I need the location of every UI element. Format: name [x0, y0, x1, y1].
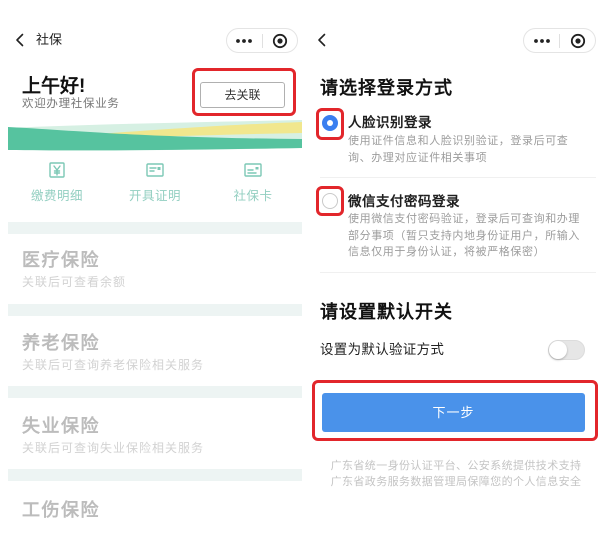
insurance-section-medical[interactable]: 医疗保险 关联后可查看余额 [8, 250, 302, 302]
more-button[interactable] [524, 29, 559, 52]
footer-line: 广东省统一身份认证平台、公安系统提供技术支持 [330, 460, 582, 472]
mini-program-capsule [226, 28, 298, 53]
section-title: 养老保险 [22, 333, 100, 353]
section-divider [8, 304, 302, 316]
quick-action-social-card[interactable]: 社保卡 [208, 162, 298, 206]
greeting-title: 上午好! [22, 76, 86, 97]
target-circle-icon [272, 33, 287, 48]
login-option-face-recognition[interactable]: 人脸识别登录 使用证件信息和人脸识别验证，登录后可查询、办理对应证件相关事项 [320, 108, 596, 172]
quick-action-label: 社保卡 [233, 189, 273, 203]
quick-action-certificate[interactable]: 开具证明 [110, 162, 200, 206]
insurance-section-pension[interactable]: 养老保险 关联后可查询养老保险相关服务 [8, 333, 302, 385]
back-button[interactable] [14, 33, 26, 47]
next-step-button[interactable]: 下一步 [322, 393, 585, 432]
section-title: 失业保险 [22, 416, 100, 436]
close-mini-program-button[interactable] [560, 29, 595, 52]
option-title: 微信支付密码登录 [348, 194, 460, 209]
radio-button[interactable] [322, 115, 338, 131]
default-verification-toggle[interactable] [548, 340, 585, 360]
option-description: 使用证件信息和人脸识别验证，登录后可查询、办理对应证件相关事项 [348, 135, 569, 164]
quick-action-label: 缴费明细 [30, 189, 83, 203]
close-mini-program-button[interactable] [263, 29, 298, 52]
login-method-screen: 请选择登录方式 人脸识别登录 使用证件信息和人脸识别验证，登录后可查询、办理对应… [308, 0, 608, 556]
certificate-icon [146, 163, 164, 177]
greeting-subtitle: 欢迎办理社保业务 [22, 98, 120, 110]
quick-action-payment-details[interactable]: 缴费明细 [12, 162, 102, 206]
login-option-wechat-pay-password[interactable]: 微信支付密码登录 使用微信支付密码验证，登录后可查询和办理部分事项（暂只支持内地… [320, 186, 596, 266]
insurance-section-unemployment[interactable]: 失业保险 关联后可查询失业保险相关服务 [8, 416, 302, 468]
page-title: 社保 [36, 32, 63, 47]
radio-button[interactable] [322, 193, 338, 209]
mini-program-capsule [523, 28, 596, 53]
yen-receipt-icon [49, 162, 65, 178]
back-button[interactable] [316, 33, 328, 47]
radio-dot [326, 119, 333, 126]
login-method-heading: 请选择登录方式 [320, 78, 453, 98]
more-dots-icon [533, 38, 550, 43]
option-title: 人脸识别登录 [348, 115, 432, 130]
footer-line: 广东省政务服务数据管理局保障您的个人信息安全 [330, 476, 582, 488]
section-title: 工伤保险 [22, 500, 100, 520]
quick-action-label: 开具证明 [128, 189, 181, 203]
card-icon [244, 163, 262, 177]
social-security-screen: 社保 上午好! 欢迎办理社保业务 去关联 缴费明细 开具证明 社保卡 医疗保险 … [0, 0, 302, 556]
insurance-section-work-injury[interactable]: 工伤保险 [8, 500, 302, 552]
section-divider [8, 469, 302, 481]
default-switch-heading: 请设置默认开关 [320, 302, 453, 322]
section-subtitle: 关联后可查询养老保险相关服务 [22, 358, 205, 372]
footer-notice: 广东省统一身份认证平台、公安系统提供技术支持 广东省政务服务数据管理局保障您的个… [308, 458, 604, 490]
default-verification-label: 设置为默认验证方式 [320, 342, 445, 357]
section-subtitle: 关联后可查询失业保险相关服务 [22, 441, 205, 455]
chevron-left-icon [318, 33, 326, 47]
option-divider [320, 177, 596, 178]
link-account-button[interactable]: 去关联 [200, 82, 285, 108]
section-divider [8, 222, 302, 234]
option-divider [320, 272, 596, 273]
toggle-knob [549, 341, 567, 359]
more-dots-icon [236, 38, 253, 43]
option-description: 使用微信支付密码验证，登录后可查询和办理部分事项（暂只支持内地身份证用户，所输入… [348, 213, 580, 258]
section-divider [8, 386, 302, 398]
target-circle-icon [570, 33, 585, 48]
chevron-left-icon [16, 33, 24, 47]
more-button[interactable] [227, 29, 262, 52]
wave-banner [8, 120, 302, 151]
section-title: 医疗保险 [22, 250, 100, 270]
section-subtitle: 关联后可查看余额 [22, 275, 127, 289]
